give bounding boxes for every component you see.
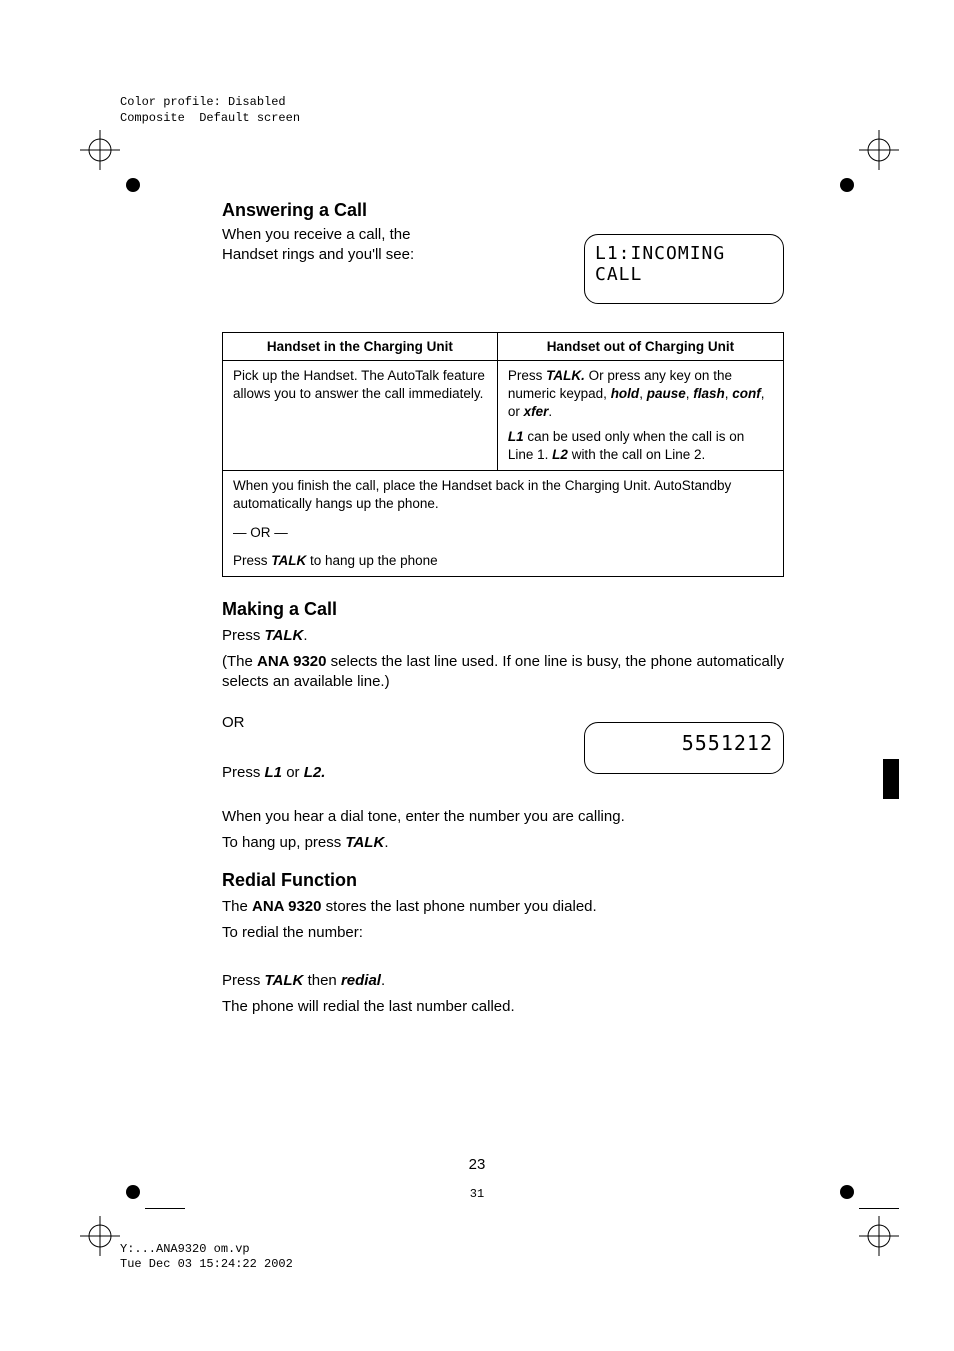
lcd-display: L1:INCOMING CALL [584,234,784,304]
table-cell: Press TALK. Or press any key on the nume… [497,361,783,471]
crop-dot-icon [126,178,140,192]
redial-heading: Redial Function [222,870,784,891]
reg-mark-icon [859,1216,899,1256]
crop-line-icon [145,1208,185,1209]
lcd-display: 5551212 [584,722,784,774]
making-heading: Making a Call [222,599,784,620]
body-text: Press TALK then redial. [222,971,784,991]
answering-heading: Answering a Call [222,200,584,221]
header-meta: Color profile: Disabled Composite Defaul… [120,95,300,126]
table-cell: When you finish the call, place the Hand… [223,471,784,577]
body-text: OR [222,713,325,733]
reg-mark-icon [859,130,899,170]
body-text: (The ANA 9320 selects the last line used… [222,652,784,693]
body-text: To redial the number: [222,923,784,943]
body-text: When you hear a dial tone, enter the num… [222,807,784,827]
table-header: Handset out of Charging Unit [497,333,783,361]
crop-line-icon [859,1208,899,1209]
reg-mark-icon [80,130,120,170]
body-text: The ANA 9320 stores the last phone numbe… [222,897,784,917]
body-text: To hang up, press TALK. [222,833,784,853]
table-header: Handset in the Charging Unit [223,333,498,361]
body-text: The phone will redial the last number ca… [222,997,784,1017]
page-number: 23 [0,1156,954,1173]
table-cell: Pick up the Handset. The AutoTalk featur… [223,361,498,471]
page-number-small: 31 [0,1187,954,1201]
reg-mark-icon [80,1216,120,1256]
body-text: Press L1 or L2. [222,763,325,783]
body-text: Press TALK. [222,626,784,646]
crop-dot-icon [840,178,854,192]
footer-meta: Y:...ANA9320 om.vp Tue Dec 03 15:24:22 2… [120,1242,293,1273]
side-bar-icon [883,759,899,799]
handset-table: Handset in the Charging Unit Handset out… [222,332,784,577]
answering-intro: When you receive a call, the Handset rin… [222,225,584,266]
